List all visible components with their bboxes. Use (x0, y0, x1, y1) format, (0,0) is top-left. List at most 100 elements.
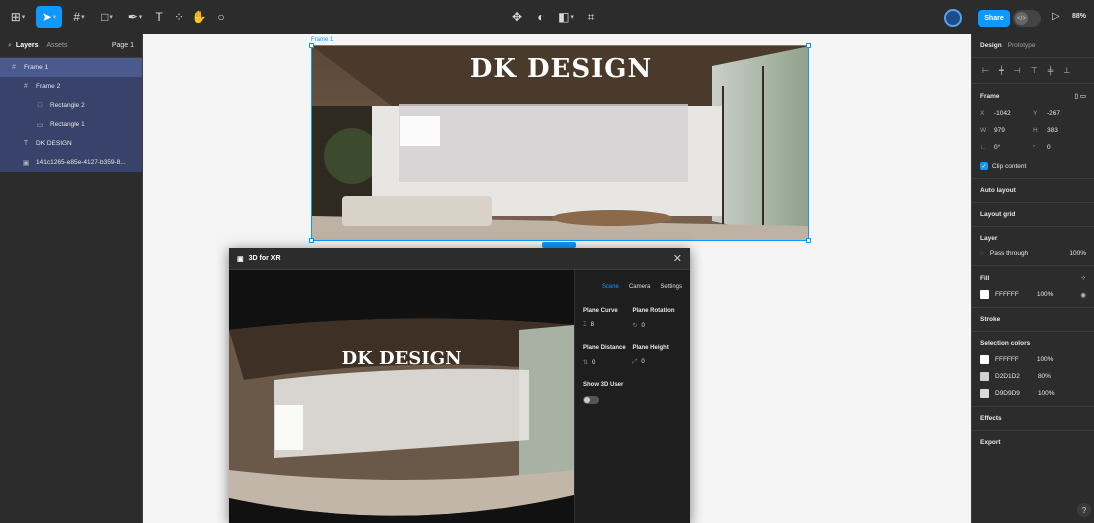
boolean-icon[interactable]: ◧ ▾ (556, 6, 576, 28)
move-tool-icon[interactable]: ➤ ▾ (36, 6, 62, 28)
color-hex[interactable]: FFFFFF (995, 356, 1019, 363)
tab-scene[interactable]: Scene (602, 284, 619, 290)
align-right-icon[interactable]: ⊣ (1014, 66, 1021, 75)
design-panel: Design Prototype ⊢ ┿ ⊣ ⊤ ╪ ⊥ Frame ▯ ▭ X-… (971, 34, 1094, 523)
share-button[interactable]: Share (978, 10, 1010, 27)
selection-colors-list: FFFFFF 100% D2D1D2 80% D9D9D9 100% (980, 355, 1086, 398)
search-icon[interactable]: ⌕ (8, 42, 12, 50)
selection-color-row[interactable]: FFFFFF 100% (980, 355, 1086, 364)
layer-row[interactable]: # Frame 2 (0, 77, 142, 96)
blend-mode-value[interactable]: Pass through (990, 250, 1028, 257)
tab-settings[interactable]: Settings (660, 284, 682, 290)
align-middle-icon[interactable]: ╪ (1048, 66, 1054, 75)
visibility-icon[interactable]: ◉ (1080, 291, 1086, 299)
components-icon[interactable]: ✥ (510, 6, 524, 28)
tab-assets[interactable]: Assets (47, 42, 68, 49)
rectangle-1[interactable] (399, 104, 688, 182)
clip-content-checkbox[interactable]: ✓ Clip content (980, 162, 1086, 170)
color-opacity[interactable]: 100% (1038, 390, 1055, 397)
color-opacity[interactable]: 100% (1037, 356, 1054, 363)
color-opacity[interactable]: 80% (1038, 373, 1051, 380)
pen-tool-icon[interactable]: ✒ ▾ (124, 6, 146, 28)
frame-tool-icon[interactable]: # ▾ (68, 6, 90, 28)
resources-icon[interactable]: ⁘ (172, 6, 186, 28)
selection-color-row[interactable]: D2D1D2 80% (980, 372, 1086, 381)
clip-content-label: Clip content (992, 162, 1027, 170)
color-swatch[interactable] (980, 355, 989, 364)
plane-rotation-value[interactable]: 0 (642, 323, 645, 329)
curved-preview (229, 318, 574, 523)
rotation-field[interactable]: ∟ 0° (980, 144, 1033, 152)
plane-curve-value[interactable]: 8 (591, 322, 594, 328)
plane-distance-control[interactable]: Plane Distance ⇅ 0 (583, 345, 633, 366)
fill-hex[interactable]: FFFFFF (995, 291, 1019, 298)
color-swatch[interactable] (980, 389, 989, 398)
frame-title-text[interactable]: DK DESIGN (312, 54, 808, 84)
dev-mode-toggle[interactable]: </> (1013, 10, 1041, 27)
align-left-icon[interactable]: ⊢ (982, 66, 989, 75)
frame-1[interactable]: DK DESIGN (311, 45, 809, 241)
layout-grid-section[interactable]: Layout grid (972, 203, 1094, 227)
layer-row[interactable]: □ Rectangle 2 (0, 96, 142, 115)
frame-orientation-icon[interactable]: ▯ ▭ (1074, 92, 1086, 100)
layer-opacity[interactable]: 100% (1069, 250, 1086, 257)
hand-tool-icon[interactable]: ✋ (192, 6, 207, 28)
x-field[interactable]: X -1042 (980, 110, 1033, 117)
h-field[interactable]: H 383 (1033, 127, 1086, 134)
show-user-toggle[interactable] (583, 396, 599, 404)
color-swatch[interactable] (980, 372, 989, 381)
zoom-level[interactable]: 88% (1072, 13, 1086, 20)
tab-layers[interactable]: Layers (16, 42, 39, 49)
plane-curve-control[interactable]: Plane Curve ⌶ 8 (583, 308, 633, 329)
blend-mode-row[interactable]: ◌ Pass through 100% (980, 250, 1086, 257)
rectangle-2[interactable] (400, 116, 440, 146)
fill-styles-icon[interactable]: ⁘ (1081, 274, 1086, 282)
text-tool-icon[interactable]: T (152, 6, 166, 28)
page-selector[interactable]: Page 1 (112, 42, 134, 49)
w-field[interactable]: W 979 (980, 127, 1033, 134)
xr-preview[interactable]: DK DESIGN (229, 270, 574, 523)
color-hex[interactable]: D2D1D2 (995, 373, 1020, 380)
align-center-icon[interactable]: ┿ (999, 66, 1004, 75)
present-icon[interactable]: ▷ (1052, 11, 1060, 22)
frame-section-title[interactable]: Frame (980, 93, 1000, 100)
shape-tool-icon[interactable]: □ ▾ (96, 6, 118, 28)
resize-handle-bl[interactable] (309, 238, 314, 243)
help-button[interactable]: ? (1077, 503, 1091, 517)
plane-distance-value[interactable]: 0 (592, 360, 595, 366)
plane-height-control[interactable]: Plane Height ⤢ 0 (633, 345, 683, 366)
layers-panel: ⌕ Layers Assets Page 1 # Frame 1 # Frame 2 □… (0, 34, 143, 523)
mask-icon[interactable]: ◐ (534, 6, 548, 28)
comment-tool-icon[interactable]: ○ (214, 6, 228, 28)
layer-row[interactable]: # Frame 1 (0, 58, 142, 77)
effects-section[interactable]: Effects (972, 407, 1094, 431)
frame-name-label[interactable]: Frame 1 (311, 37, 333, 43)
fill-swatch[interactable] (980, 290, 989, 299)
align-bottom-icon[interactable]: ⊥ (1063, 66, 1070, 75)
tab-prototype[interactable]: Prototype (1008, 42, 1036, 49)
y-field[interactable]: Y -267 (1033, 110, 1086, 117)
plane-rotation-control[interactable]: Plane Rotation ↻ 0 (633, 308, 683, 329)
stroke-section[interactable]: Stroke (972, 308, 1094, 332)
resize-handle-tl[interactable] (309, 43, 314, 48)
color-hex[interactable]: D9D9D9 (995, 390, 1020, 397)
user-avatar[interactable] (944, 9, 962, 27)
layer-row[interactable]: ▣ 141c1265-e85e-4127-b359-8... (0, 153, 142, 172)
align-top-icon[interactable]: ⊤ (1031, 66, 1038, 75)
plane-height-value[interactable]: 0 (641, 359, 644, 365)
export-section[interactable]: Export (972, 431, 1094, 454)
resize-handle-tr[interactable] (806, 43, 811, 48)
auto-layout-section[interactable]: Auto layout (972, 179, 1094, 203)
radius-field[interactable]: ⌜ 0 (1033, 144, 1086, 152)
layer-row[interactable]: ▭ Rectangle 1 (0, 115, 142, 134)
layer-row[interactable]: T DK DESIGN (0, 134, 142, 153)
fill-row[interactable]: FFFFFF 100% ◉ (980, 290, 1086, 299)
resize-handle-br[interactable] (806, 238, 811, 243)
crop-icon[interactable]: ⌗ (584, 6, 598, 28)
selection-color-row[interactable]: D9D9D9 100% (980, 389, 1086, 398)
close-icon[interactable]: ✕ (673, 252, 682, 265)
fill-opacity[interactable]: 100% (1037, 291, 1054, 298)
main-menu-icon[interactable]: ⊞ ▾ (8, 6, 28, 28)
tab-design[interactable]: Design (980, 42, 1002, 49)
tab-camera[interactable]: Camera (629, 284, 650, 290)
